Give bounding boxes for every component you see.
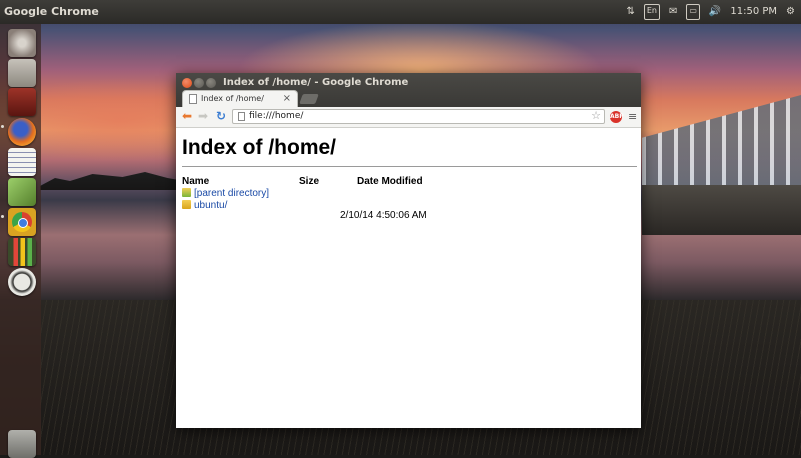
- volume-icon[interactable]: 🔊: [709, 5, 721, 19]
- reload-button[interactable]: ↻: [216, 109, 226, 123]
- dash-home-button[interactable]: [8, 29, 36, 57]
- parent-directory-link[interactable]: [parent directory]: [194, 188, 269, 199]
- trash-launcher-button[interactable]: [8, 430, 36, 458]
- wallpaper-building-base: [642, 185, 801, 235]
- firefox-launcher-button[interactable]: [8, 118, 36, 146]
- window-minimize-button[interactable]: [194, 78, 204, 88]
- page-favicon-icon: [189, 94, 197, 104]
- forward-button[interactable]: ➡: [198, 109, 208, 123]
- terminal-launcher-button[interactable]: [8, 88, 36, 116]
- chrome-menu-button[interactable]: ≡: [628, 110, 637, 123]
- table-row[interactable]: ubuntu/: [182, 200, 227, 212]
- window-titlebar[interactable]: Index of /home/ - Google Chrome Index of…: [176, 73, 641, 107]
- files-launcher-button[interactable]: [8, 59, 36, 87]
- system-monitor-launcher-button[interactable]: [8, 238, 36, 266]
- new-tab-button[interactable]: [299, 94, 319, 104]
- mail-icon[interactable]: ✉: [669, 5, 677, 19]
- battery-icon[interactable]: ▭: [686, 4, 700, 20]
- window-title: Index of /home/ - Google Chrome: [223, 77, 409, 88]
- tools-launcher-button[interactable]: [8, 178, 36, 206]
- page-heading: Index of /home/: [182, 136, 337, 159]
- column-header-date[interactable]: Date Modified: [357, 176, 423, 187]
- window-close-button[interactable]: [182, 78, 192, 88]
- page-icon: [238, 112, 245, 121]
- panel-indicators: ⇅ En ✉ ▭ 🔊 11:50 PM ⚙: [626, 4, 795, 20]
- folder-icon: [182, 200, 191, 209]
- column-header-name[interactable]: Name: [182, 176, 209, 187]
- top-panel: Google Chrome ⇅ En ✉ ▭ 🔊 11:50 PM ⚙: [0, 0, 801, 24]
- tab-close-button[interactable]: ×: [283, 93, 291, 104]
- chrome-launcher-button[interactable]: [8, 208, 36, 236]
- back-button[interactable]: ⬅: [182, 109, 192, 123]
- text-editor-launcher-button[interactable]: [8, 148, 36, 176]
- tab-title: Index of /home/: [201, 94, 264, 103]
- column-header-size[interactable]: Size: [299, 176, 319, 187]
- browser-tab[interactable]: Index of /home/ ×: [182, 90, 298, 107]
- clock[interactable]: 11:50 PM: [730, 5, 777, 19]
- browser-toolbar: ⬅ ➡ ↻ file:///home/ ☆ ABP ≡: [176, 107, 641, 128]
- settings-icon[interactable]: ⚙: [786, 5, 795, 19]
- launcher: [0, 24, 41, 458]
- directory-link[interactable]: ubuntu/: [194, 200, 227, 211]
- address-bar[interactable]: file:///home/ ☆: [232, 109, 605, 124]
- heading-rule: [182, 166, 637, 167]
- software-center-launcher-button[interactable]: [8, 268, 36, 296]
- adblock-plus-button[interactable]: ABP: [610, 111, 624, 123]
- table-row[interactable]: [parent directory]: [182, 188, 269, 200]
- panel-app-title: Google Chrome: [4, 5, 99, 18]
- browser-window: Index of /home/ - Google Chrome Index of…: [176, 73, 641, 428]
- page-content: Index of /home/ Name Size Date Modified …: [176, 128, 641, 428]
- running-indicator: [1, 125, 4, 128]
- window-maximize-button[interactable]: [206, 78, 216, 88]
- parent-directory-icon: [182, 188, 191, 197]
- network-transfer-icon[interactable]: ⇅: [626, 5, 634, 19]
- row-date-modified: 2/10/14 4:50:06 AM: [340, 210, 427, 221]
- running-indicator: [1, 215, 4, 218]
- keyboard-layout-indicator[interactable]: En: [643, 4, 660, 20]
- bookmark-star-icon[interactable]: ☆: [591, 109, 601, 122]
- chrome-center-dot: [18, 218, 28, 228]
- address-text[interactable]: file:///home/: [249, 111, 303, 121]
